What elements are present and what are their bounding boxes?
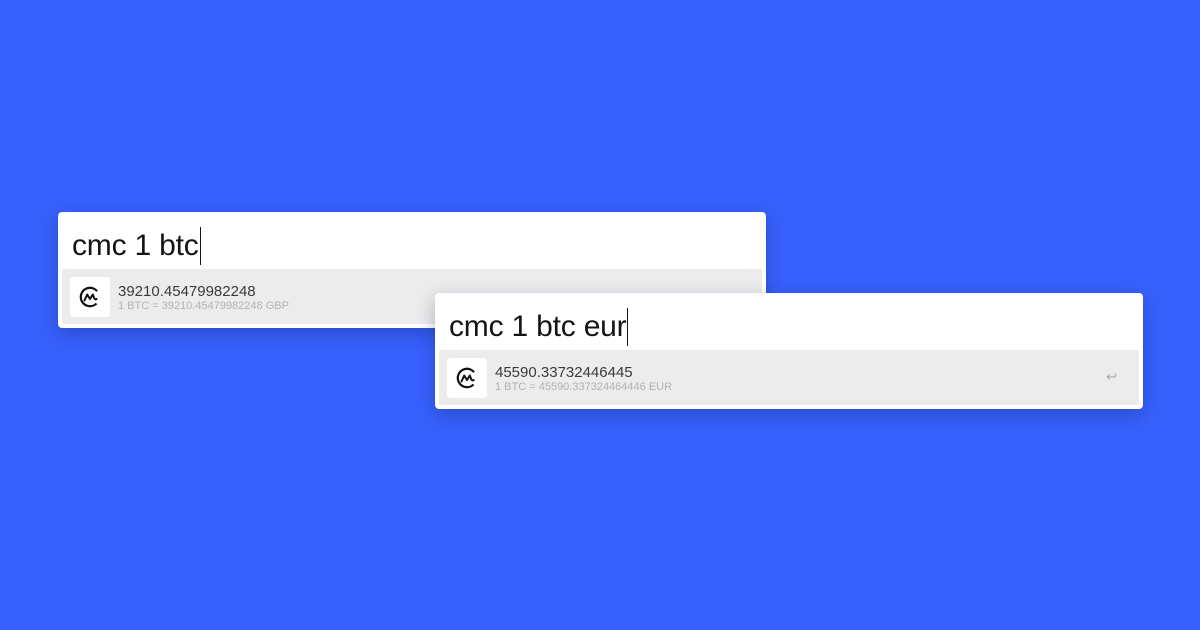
search-query-text: cmc 1 btc (72, 229, 199, 262)
coinmarketcap-logo-icon (70, 277, 110, 317)
result-item[interactable]: 45590.33732446445 1 BTC = 45590.33732446… (439, 350, 1139, 405)
search-query-text: cmc 1 btc eur (449, 310, 627, 343)
text-caret (627, 308, 629, 346)
coinmarketcap-logo-icon (447, 358, 487, 398)
launcher-window: cmc 1 btc eur 45590.33732446445 1 BTC = … (435, 293, 1143, 409)
result-subtitle: 1 BTC = 39210.45479982248 GBP (118, 300, 289, 312)
result-title: 39210.45479982248 (118, 283, 256, 300)
enter-key-icon: ↩ (1106, 369, 1117, 384)
search-input[interactable]: cmc 1 btc (72, 224, 201, 268)
search-input[interactable]: cmc 1 btc eur (449, 305, 629, 349)
text-caret (199, 227, 201, 265)
result-subtitle: 1 BTC = 45590.337324464446 EUR (495, 381, 673, 393)
result-title: 45590.33732446445 (495, 364, 633, 381)
